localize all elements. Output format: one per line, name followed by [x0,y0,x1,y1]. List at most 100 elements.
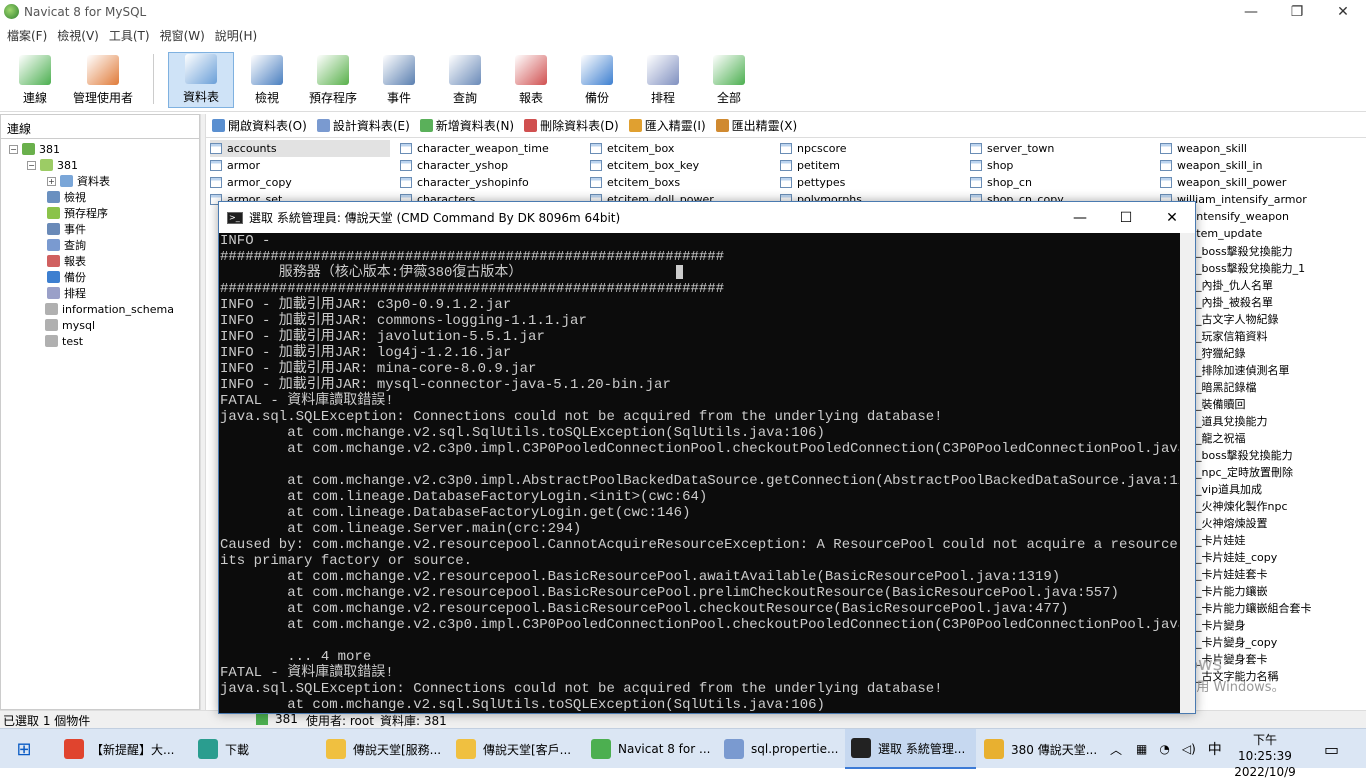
console-output[interactable]: INFO - ##################################… [219,233,1179,713]
table-item[interactable]: _狩獵紀錄 [1196,344,1356,361]
import-wizard-button[interactable]: 匯入精靈(I) [628,117,706,134]
ime-indicator[interactable]: 中 [1208,739,1222,759]
backup-button[interactable]: 備份 [570,52,624,108]
table-item[interactable]: weapon_skill_in [1160,157,1350,174]
table-item[interactable]: shop [970,157,1150,174]
taskbar-item[interactable]: sql.propertie... [718,729,843,769]
taskbar-item[interactable]: 下載 [192,729,318,769]
all-button[interactable]: 全部 [702,52,756,108]
delete-table-button[interactable]: 刪除資料表(D) [524,117,619,134]
network-icon[interactable]: ▦ [1136,742,1147,756]
table-item[interactable]: _內掛_仇人名單 [1196,276,1356,293]
table-item[interactable]: _火神熔煉設置 [1196,514,1356,531]
table-item[interactable]: _道具兌換能力 [1196,412,1356,429]
show-hidden-icons[interactable]: ︿ [1110,741,1122,758]
tree-item-views[interactable]: 檢視 [47,189,86,205]
tree-db-mysql[interactable]: mysql [45,317,95,333]
taskbar-item[interactable]: 傳說天堂[服務... [320,729,448,769]
tree-db-test[interactable]: test [45,333,83,349]
design-table-button[interactable]: 設計資料表(E) [316,117,410,134]
table-item[interactable]: server_town [970,140,1150,157]
taskbar-item[interactable]: 選取 系統管理... [845,729,976,769]
menu-tools[interactable]: 工具(T) [104,27,155,44]
cmd-maximize-button[interactable]: ☐ [1103,202,1149,233]
menu-view[interactable]: 檢視(V) [52,27,104,44]
table-item[interactable]: etcitem_box_key [590,157,770,174]
table-item[interactable]: _龍之祝福 [1196,429,1356,446]
table-item[interactable]: weapon_skill [1160,140,1350,157]
reports-button[interactable]: 報表 [504,52,558,108]
table-item[interactable]: _卡片能力鑲嵌 [1196,582,1356,599]
table-item[interactable]: character_yshopinfo [400,174,580,191]
taskbar-item[interactable]: 傳說天堂[客戶... [450,729,583,769]
table-item[interactable]: accounts [210,140,390,157]
tables-button[interactable]: 資料表 [168,52,234,108]
table-item[interactable]: _boss擊殺兌換能力 [1196,446,1356,463]
events-button[interactable]: 事件 [372,52,426,108]
table-item[interactable]: shop_cn [970,174,1150,191]
table-item[interactable]: etcitem_box [590,140,770,157]
table-item[interactable]: _boss擊殺兌換能力_1 [1196,259,1356,276]
table-item[interactable]: _卡片變身 [1196,616,1356,633]
tree-item-events[interactable]: 事件 [47,221,86,237]
taskbar-item[interactable]: Navicat 8 for ... [585,729,716,769]
tree-item-tables[interactable]: + 資料表 [47,173,110,189]
expand-toggle[interactable]: − [27,160,36,170]
connect-button[interactable]: 連線 [10,52,60,108]
expand-toggle[interactable]: − [9,144,18,154]
table-item[interactable]: _排除加速偵測名單 [1196,361,1356,378]
tree-item-backups[interactable]: 備份 [47,269,86,285]
tree-db-information-schema[interactable]: information_schema [45,301,174,317]
new-table-button[interactable]: 新增資料表(N) [419,117,514,134]
table-item[interactable]: _卡片娃娃 [1196,531,1356,548]
table-item[interactable]: _暗黑記錄檔 [1196,378,1356,395]
close-button[interactable]: ✕ [1320,0,1366,24]
menu-window[interactable]: 視窗(W) [155,27,210,44]
procedures-button[interactable]: 預存程序 [302,52,364,108]
table-item[interactable]: _裝備贖回 [1196,395,1356,412]
tree-database-381[interactable]: −381 [27,157,78,173]
schedule-button[interactable]: 排程 [636,52,690,108]
table-item[interactable]: _卡片能力鑲嵌組合套卡 [1196,599,1356,616]
tree-item-queries[interactable]: 查詢 [47,237,86,253]
minimize-button[interactable]: — [1228,0,1274,24]
taskbar-item[interactable]: 380 傳說天堂... [978,729,1098,769]
manage-users-button[interactable]: 管理使用者 [68,52,138,108]
table-item[interactable]: _玩家信箱資料 [1196,327,1356,344]
table-item[interactable]: etcitem_boxs [590,174,770,191]
tree-item-schedules[interactable]: 排程 [47,285,86,301]
notification-button[interactable]: ▭ [1324,729,1339,769]
expand-toggle[interactable]: + [47,176,56,186]
table-item[interactable]: _卡片變身_copy [1196,633,1356,650]
menu-file[interactable]: 檔案(F) [2,27,52,44]
table-item[interactable]: character_yshop [400,157,580,174]
table-item[interactable]: weapon_skill_power [1160,174,1350,191]
table-item[interactable]: _vip道具加成 [1196,480,1356,497]
table-item[interactable]: _卡片娃娃_copy [1196,548,1356,565]
tree-connection-381[interactable]: −381 [9,141,60,157]
system-clock[interactable]: 下午 10:25:39 2022/10/9 [1230,732,1300,780]
table-item[interactable]: _火神煉化製作npc [1196,497,1356,514]
open-table-button[interactable]: 開啟資料表(O) [212,117,307,134]
volume-icon[interactable]: ◁) [1182,742,1196,756]
start-button[interactable]: ⊞ [0,729,48,769]
maximize-button[interactable]: ❐ [1274,0,1320,24]
tree-item-reports[interactable]: 報表 [47,253,86,269]
menu-help[interactable]: 說明(H) [210,27,262,44]
export-wizard-button[interactable]: 匯出精靈(X) [715,117,797,134]
tree-item-procedures[interactable]: 預存程序 [47,205,108,221]
table-item[interactable]: _內掛_被殺名單 [1196,293,1356,310]
table-item[interactable]: armor_copy [210,174,390,191]
table-item[interactable]: npcscore [780,140,960,157]
table-item[interactable]: character_weapon_time [400,140,580,157]
cmd-minimize-button[interactable]: — [1057,202,1103,233]
table-item[interactable]: _古文字人物紀錄 [1196,310,1356,327]
table-item[interactable]: _卡片娃娃套卡 [1196,565,1356,582]
table-item[interactable]: _boss擊殺兌換能力 [1196,242,1356,259]
table-item[interactable]: armor [210,157,390,174]
table-item[interactable]: _npc_定時放置刪除 [1196,463,1356,480]
table-item[interactable]: pettypes [780,174,960,191]
cmd-close-button[interactable]: ✕ [1149,202,1195,233]
taskbar-item[interactable]: 【新提醒】大... [58,729,190,769]
queries-button[interactable]: 查詢 [438,52,492,108]
